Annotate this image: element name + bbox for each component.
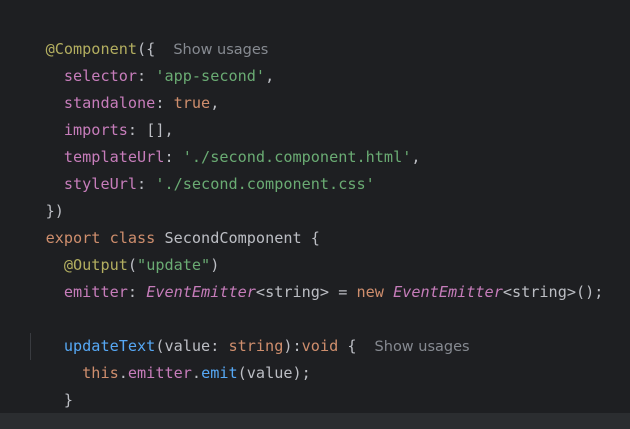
method-close-brace: } bbox=[63, 391, 74, 409]
emitter-constructor: EventEmitter bbox=[393, 283, 503, 301]
emitter-field: emitter bbox=[63, 283, 128, 301]
this-keyword: this bbox=[82, 364, 119, 382]
code-line-4: imports: [], bbox=[63, 121, 174, 139]
emitter-ref: emitter bbox=[127, 364, 192, 382]
code-line-13: this.emitter.emit(value); bbox=[9, 333, 311, 382]
code-line-12: updateText(value: string):void {Show usa… bbox=[63, 337, 470, 355]
code-line-7: }) bbox=[9, 171, 64, 220]
emitter-generic: <string> bbox=[255, 283, 330, 301]
emit-call: emit bbox=[201, 364, 238, 382]
styleurl-key: styleUrl bbox=[63, 175, 138, 193]
member-dot: . bbox=[118, 364, 128, 382]
class-open-brace: { bbox=[310, 229, 320, 247]
emit-args: (value); bbox=[237, 364, 311, 382]
code-line-5: templateUrl: './second.component.html', bbox=[63, 148, 421, 166]
new-keyword: new bbox=[356, 283, 384, 301]
code-line-6: styleUrl: './second.component.css' bbox=[63, 175, 375, 193]
member-dot-2: . bbox=[191, 364, 202, 382]
code-line-14: } bbox=[9, 360, 73, 409]
standalone-value: true bbox=[173, 94, 211, 112]
emitter-line-end: (); bbox=[576, 283, 604, 301]
emitter-generic-2: <string> bbox=[502, 283, 576, 301]
code-line-8: export class SecondComponent { bbox=[9, 198, 320, 247]
code-line-1: @Component({Show usages bbox=[9, 9, 269, 58]
assign-op: = bbox=[329, 283, 357, 301]
show-usages-link-method[interactable]: Show usages bbox=[375, 339, 470, 355]
code-line-9: @Output("update") bbox=[63, 256, 220, 274]
code-line-3: standalone: true, bbox=[63, 94, 220, 112]
code-line-15: } bbox=[9, 387, 55, 429]
styleurl-value: './second.component.css' bbox=[155, 175, 375, 193]
code-line-2: selector: 'app-second', bbox=[63, 67, 275, 85]
code-editor[interactable]: @Component({Show usages selector: 'app-s… bbox=[0, 0, 630, 429]
emitter-type: EventEmitter bbox=[146, 283, 256, 301]
code-line-10: emitter: EventEmitter<string> = new Even… bbox=[63, 283, 604, 301]
editor-bottom-strip bbox=[0, 413, 630, 429]
method-open-brace: { bbox=[347, 337, 357, 355]
